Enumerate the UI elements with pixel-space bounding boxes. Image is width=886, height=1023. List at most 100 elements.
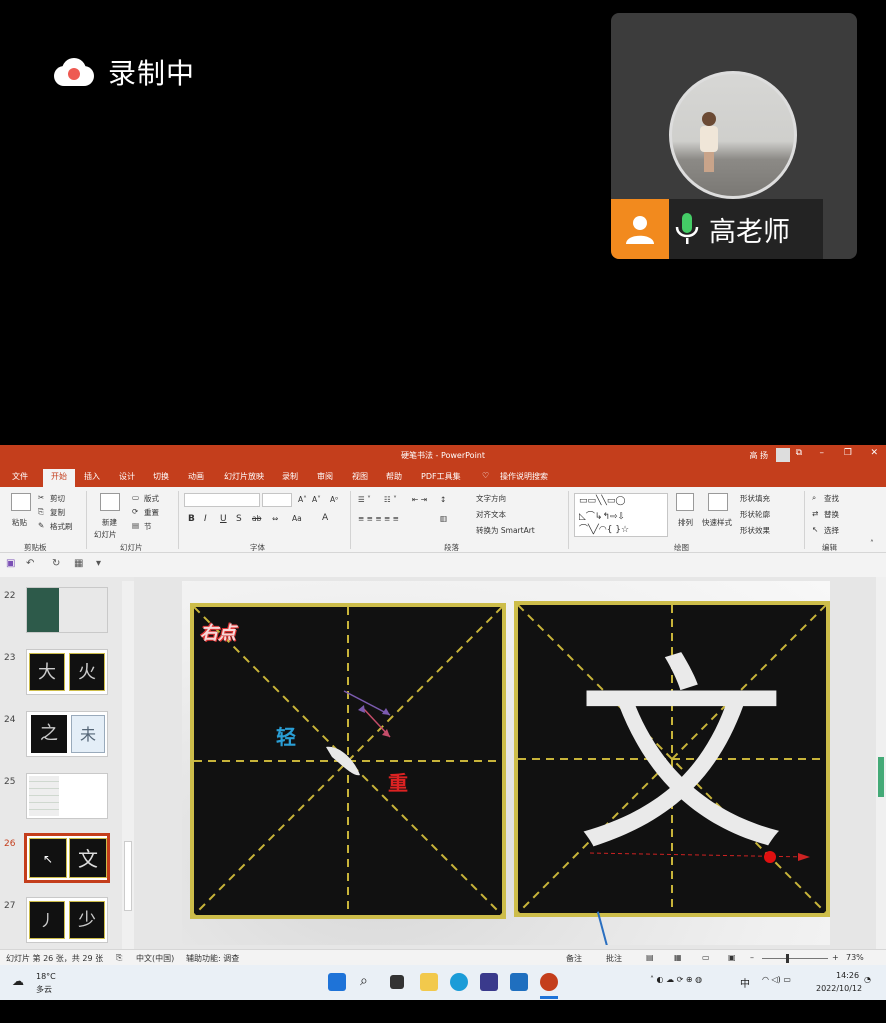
- shape-outline-button[interactable]: 形状轮廓: [740, 509, 770, 520]
- normal-view-icon[interactable]: ▤: [646, 953, 654, 962]
- line-spacing-icon[interactable]: ↕: [440, 495, 446, 504]
- sorter-view-icon[interactable]: ▦: [674, 953, 682, 962]
- tab-design[interactable]: 设计: [119, 471, 135, 482]
- arrange-icon[interactable]: [676, 493, 694, 511]
- tab-file[interactable]: 文件: [12, 471, 28, 482]
- paste-icon[interactable]: [11, 493, 31, 511]
- participant-video-tile[interactable]: 高老师: [611, 13, 857, 259]
- weather-temp[interactable]: 18°C: [36, 972, 56, 981]
- accessibility-status[interactable]: 辅助功能: 调查: [186, 953, 239, 964]
- section-button[interactable]: 节: [144, 521, 152, 532]
- search-icon[interactable]: ⌕: [360, 973, 368, 989]
- close-icon[interactable]: ✕: [870, 448, 878, 458]
- tell-me-search[interactable]: 操作说明搜索: [500, 471, 548, 482]
- zoom-in-icon[interactable]: +: [832, 953, 839, 962]
- tab-view[interactable]: 视图: [352, 471, 368, 482]
- section-icon[interactable]: ▤: [132, 521, 139, 530]
- select-icon[interactable]: ↖: [812, 525, 818, 534]
- format-painter-button[interactable]: 格式刷: [50, 521, 73, 532]
- file-explorer-icon[interactable]: [420, 973, 438, 991]
- tab-home[interactable]: 开始: [43, 469, 75, 487]
- replace-icon[interactable]: ⇄: [812, 509, 818, 518]
- select-button[interactable]: 选择: [824, 525, 839, 536]
- cut-icon[interactable]: ✂: [38, 493, 44, 502]
- thumbnail-row[interactable]: 27 丿 少: [0, 897, 134, 949]
- clock-date[interactable]: 2022/10/12: [816, 984, 862, 993]
- text-direction-button[interactable]: 文字方向: [476, 493, 506, 504]
- current-slide[interactable]: 右点 轻 重 文: [182, 581, 830, 945]
- app-icon[interactable]: [480, 973, 498, 991]
- zoom-slider[interactable]: [762, 954, 828, 963]
- shadow-button[interactable]: S: [236, 514, 242, 524]
- change-case-button[interactable]: Aa: [292, 514, 302, 523]
- new-slide-button-label2[interactable]: 幻灯片: [94, 529, 117, 540]
- clock-time[interactable]: 14:26: [836, 971, 859, 980]
- slide-canvas[interactable]: 右点 轻 重 文: [134, 577, 886, 949]
- meeting-app-icon[interactable]: [510, 973, 528, 991]
- align-icons[interactable]: ≡ ≡ ≡ ≡ ≡: [358, 514, 399, 523]
- indent-icons[interactable]: ⇤ ⇥: [412, 495, 427, 504]
- find-icon[interactable]: ⌕: [812, 493, 816, 503]
- bullets-icon[interactable]: ☰ ˅: [358, 495, 371, 504]
- reset-button[interactable]: 重置: [144, 507, 159, 518]
- tab-animations[interactable]: 动画: [188, 471, 204, 482]
- tray-icons[interactable]: ˄ ◐ ☁ ⟳ ⊕ ◍: [650, 975, 702, 984]
- copy-button[interactable]: 复制: [50, 507, 65, 518]
- minimize-icon[interactable]: –: [820, 448, 825, 458]
- slide-thumbnail[interactable]: 之 未: [26, 711, 108, 757]
- font-name-box[interactable]: [184, 493, 260, 507]
- new-slide-button[interactable]: 新建: [102, 517, 117, 528]
- from-beginning-icon[interactable]: ▦: [74, 558, 83, 569]
- tab-review[interactable]: 审阅: [317, 471, 333, 482]
- tab-pdf-tools[interactable]: PDF工具集: [421, 471, 461, 482]
- quick-styles-button[interactable]: 快速样式: [702, 517, 732, 528]
- canvas-scrollbar[interactable]: [876, 577, 886, 949]
- language-status[interactable]: 中文(中国): [136, 953, 174, 964]
- zoom-out-icon[interactable]: –: [750, 953, 754, 962]
- weather-desc[interactable]: 多云: [36, 984, 52, 995]
- thumbnails-scrollbar[interactable]: [122, 581, 134, 949]
- font-size-box[interactable]: [262, 493, 292, 507]
- reading-view-icon[interactable]: ▭: [702, 953, 710, 962]
- powerpoint-icon[interactable]: [540, 973, 558, 991]
- columns-icon[interactable]: ▥: [440, 514, 447, 523]
- zoom-level[interactable]: 73%: [846, 953, 864, 962]
- strikethrough-button[interactable]: ab: [252, 514, 261, 523]
- quick-styles-icon[interactable]: [708, 493, 728, 511]
- comments-button[interactable]: 批注: [606, 953, 622, 964]
- task-view-icon[interactable]: [390, 975, 404, 989]
- slide-thumbnail[interactable]: [26, 587, 108, 633]
- reset-icon[interactable]: ⟳: [132, 507, 138, 516]
- tab-insert[interactable]: 插入: [84, 471, 100, 482]
- arrange-button[interactable]: 排列: [678, 517, 693, 528]
- tab-help[interactable]: 帮助: [386, 471, 402, 482]
- grow-font-icon[interactable]: A˄: [298, 495, 307, 504]
- thumbnail-row[interactable]: 23 大 火: [0, 649, 134, 701]
- format-painter-icon[interactable]: ✎: [38, 521, 44, 530]
- replace-button[interactable]: 替换: [824, 509, 839, 520]
- ribbon-display-icon[interactable]: ⧉: [796, 448, 802, 458]
- cut-button[interactable]: 剪切: [50, 493, 65, 504]
- customize-qat-icon[interactable]: ▾: [96, 558, 101, 569]
- thumbnail-row[interactable]: 25: [0, 773, 134, 825]
- account-avatar-icon[interactable]: [776, 448, 790, 462]
- undo-icon[interactable]: ↶: [26, 558, 34, 569]
- tab-transitions[interactable]: 切换: [153, 471, 169, 482]
- align-text-button[interactable]: 对齐文本: [476, 509, 506, 520]
- new-slide-icon[interactable]: [100, 493, 120, 511]
- account-name[interactable]: 高 扬: [749, 450, 768, 461]
- thumbnail-row[interactable]: 24 之 未: [0, 711, 134, 763]
- maximize-icon[interactable]: ❐: [844, 448, 852, 458]
- char-spacing-icon[interactable]: ⇔: [272, 514, 278, 523]
- thumbnail-row[interactable]: 22: [0, 587, 134, 639]
- paste-button[interactable]: 粘贴: [12, 517, 27, 528]
- shape-fill-button[interactable]: 形状填充: [740, 493, 770, 504]
- notes-button[interactable]: 备注: [566, 953, 582, 964]
- start-icon[interactable]: [328, 973, 346, 991]
- slide-thumbnail-selected[interactable]: ↖ 文: [24, 833, 110, 883]
- redo-icon[interactable]: ↻: [52, 558, 60, 569]
- spellcheck-icon[interactable]: ⎘: [116, 953, 122, 963]
- tab-slideshow[interactable]: 幻灯片放映: [224, 471, 264, 482]
- save-icon[interactable]: ▣: [6, 558, 15, 569]
- slideshow-view-icon[interactable]: ▣: [728, 953, 736, 962]
